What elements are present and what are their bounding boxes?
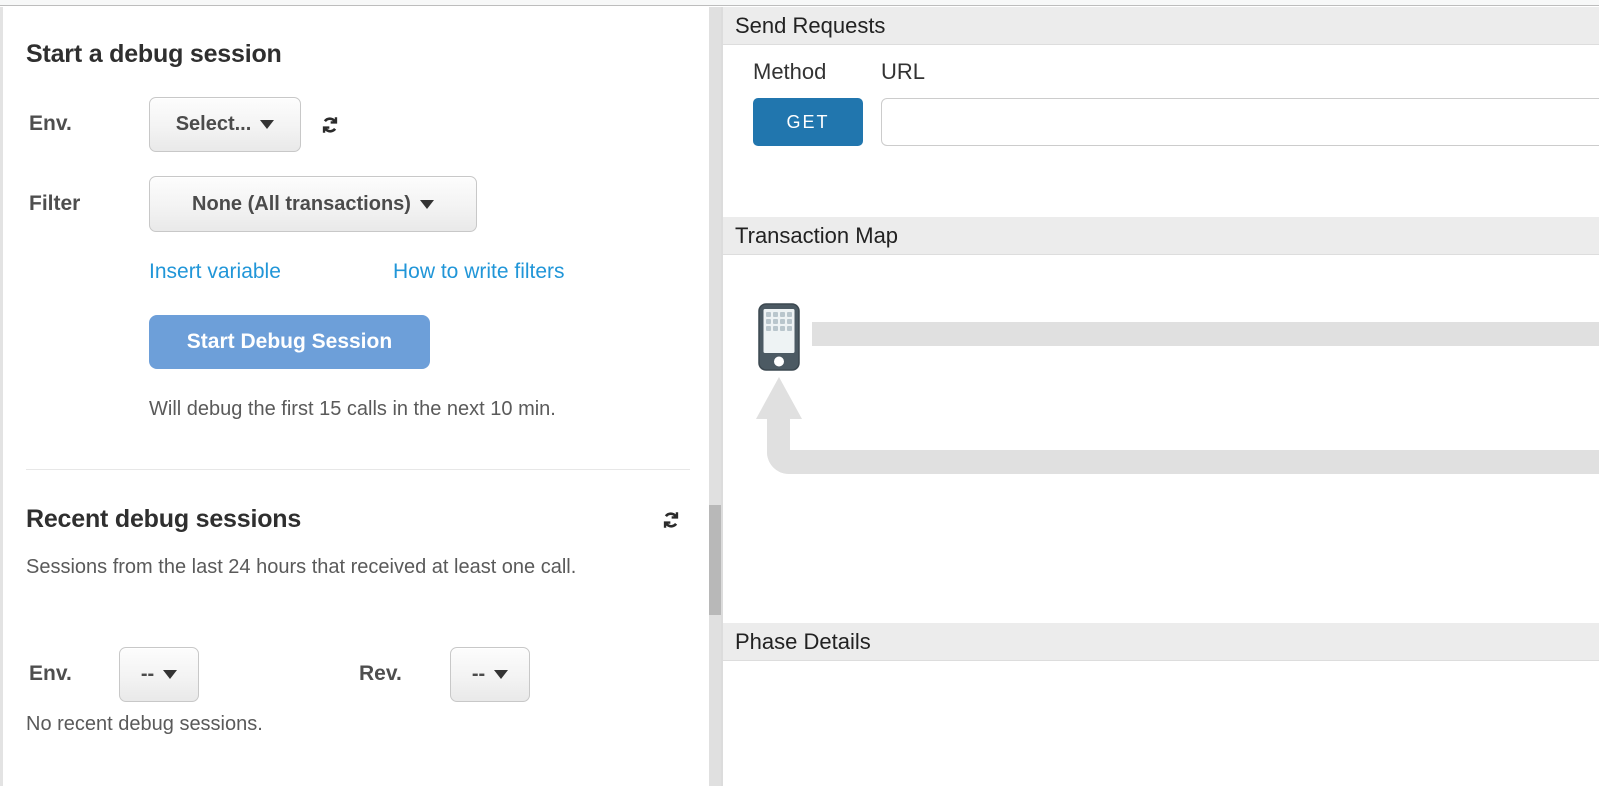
transaction-arrow-icon xyxy=(756,377,802,419)
mobile-phone-icon xyxy=(758,303,800,371)
app-root: Start a debug session Env. Select... Fil… xyxy=(0,0,1599,786)
transaction-map-header: Transaction Map xyxy=(723,217,1599,255)
filter-label: Filter xyxy=(29,192,80,216)
recent-sessions-description: Sessions from the last 24 hours that rec… xyxy=(26,548,666,587)
debug-limit-note: Will debug the first 15 calls in the nex… xyxy=(149,398,556,421)
refresh-icon[interactable] xyxy=(317,112,343,138)
chevron-down-icon xyxy=(494,670,508,679)
phase-details-body xyxy=(723,661,1599,786)
method-column-header: Method xyxy=(753,59,826,85)
env-select-value: Select... xyxy=(176,113,252,136)
phase-details-card: Phase Details xyxy=(723,623,1599,786)
insert-variable-link[interactable]: Insert variable xyxy=(149,260,281,284)
transaction-bar-primary xyxy=(812,322,1599,346)
how-to-write-filters-link[interactable]: How to write filters xyxy=(393,260,565,284)
send-requests-card: Send Requests Method URL GET xyxy=(723,7,1599,210)
send-requests-header: Send Requests xyxy=(723,7,1599,45)
filter-select-value: None (All transactions) xyxy=(192,193,411,216)
url-input[interactable] xyxy=(881,98,1599,146)
env-label: Env. xyxy=(29,112,72,136)
env-select[interactable]: Select... xyxy=(149,97,301,152)
vertical-scrollbar-thumb[interactable] xyxy=(709,505,721,615)
recent-rev-select-value: -- xyxy=(472,663,485,686)
recent-env-select-value: -- xyxy=(141,663,154,686)
section-divider xyxy=(26,469,690,470)
debug-session-right-panel: Send Requests Method URL GET Transaction… xyxy=(721,7,1599,786)
phase-details-header: Phase Details xyxy=(723,623,1599,661)
refresh-icon[interactable] xyxy=(658,507,684,533)
vertical-scrollbar-track[interactable] xyxy=(709,7,721,786)
method-get-button[interactable]: GET xyxy=(753,98,863,146)
page-title: Start a debug session xyxy=(26,40,282,69)
recent-env-select[interactable]: -- xyxy=(119,647,199,702)
recent-rev-label: Rev. xyxy=(359,662,402,686)
debug-session-left-panel: Start a debug session Env. Select... Fil… xyxy=(0,7,709,786)
transaction-bar-secondary xyxy=(868,450,1599,474)
chevron-down-icon xyxy=(163,670,177,679)
transaction-map-canvas xyxy=(723,255,1599,615)
recent-sessions-empty-state: No recent debug sessions. xyxy=(26,713,263,736)
recent-rev-select[interactable]: -- xyxy=(450,647,530,702)
start-debug-session-button[interactable]: Start Debug Session xyxy=(149,315,430,369)
window-top-strip xyxy=(0,0,1599,6)
transaction-map-title: Transaction Map xyxy=(735,223,898,249)
url-column-header: URL xyxy=(881,59,925,85)
phase-details-title: Phase Details xyxy=(735,629,871,655)
transaction-map-card: Transaction Map xyxy=(723,217,1599,616)
transaction-connector-path xyxy=(767,415,868,474)
send-requests-title: Send Requests xyxy=(735,13,885,39)
recent-sessions-title: Recent debug sessions xyxy=(26,505,301,534)
filter-select[interactable]: None (All transactions) xyxy=(149,176,477,232)
chevron-down-icon xyxy=(420,200,434,209)
chevron-down-icon xyxy=(260,120,274,129)
recent-env-label: Env. xyxy=(29,662,72,686)
